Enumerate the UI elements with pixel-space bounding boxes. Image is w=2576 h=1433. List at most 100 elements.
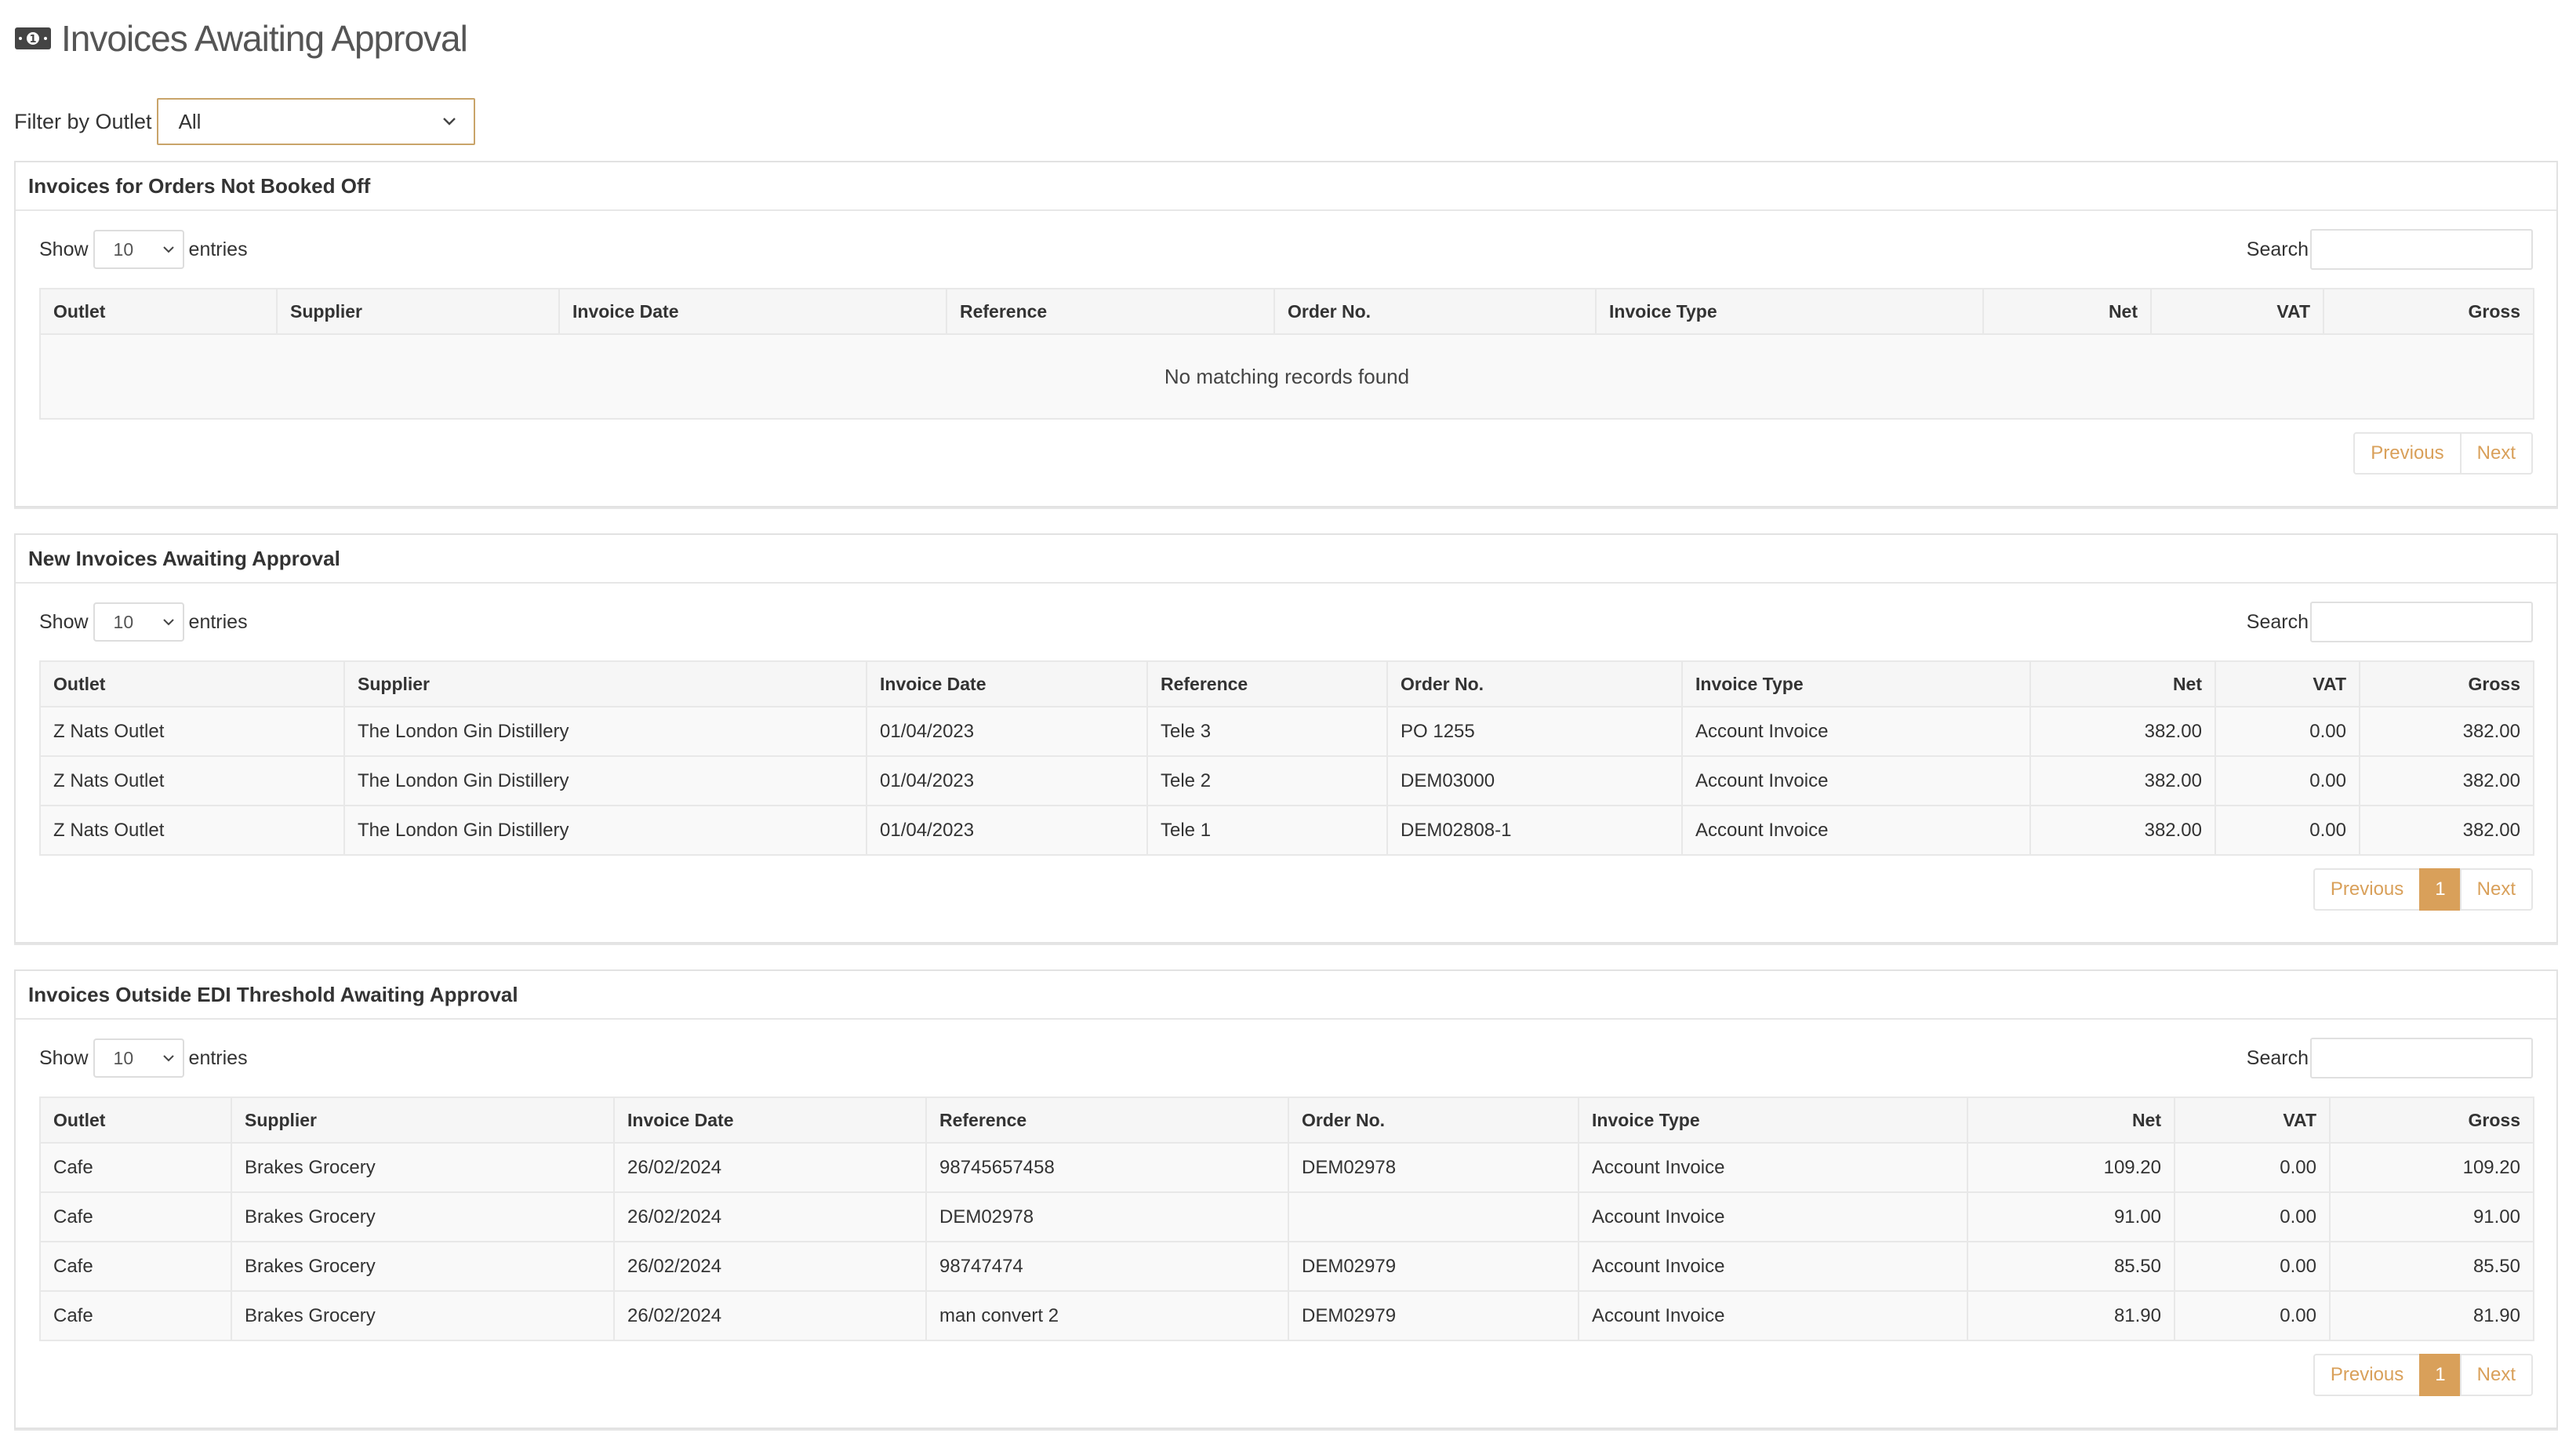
- pagination: Previous Next: [39, 432, 2533, 475]
- page-length-select[interactable]: 10: [93, 602, 184, 642]
- column-header[interactable]: Order No.: [1288, 1097, 1579, 1144]
- panel-title: New Invoices Awaiting Approval: [16, 535, 2556, 584]
- invoices-table: Outlet Supplier Invoice Date Reference O…: [39, 660, 2534, 856]
- cell-vat: 0.00: [2174, 1142, 2331, 1193]
- outlet-filter: Filter by Outlet All: [14, 98, 475, 145]
- column-header[interactable]: Reference: [925, 1097, 1289, 1144]
- column-header[interactable]: VAT: [2150, 288, 2324, 335]
- cell-reference: 98745657458: [925, 1142, 1289, 1193]
- cell-reference: 98747474: [925, 1241, 1289, 1292]
- cell-outlet: Z Nats Outlet: [39, 805, 345, 856]
- search-input[interactable]: [2310, 1038, 2533, 1078]
- cell-outlet: Cafe: [39, 1290, 232, 1341]
- filter-label: Filter by Outlet: [14, 109, 152, 133]
- cell-invoice-type: Account Invoice: [1681, 755, 2031, 806]
- cell-order-no: DEM03000: [1386, 755, 1683, 806]
- cell-gross: 91.00: [2329, 1191, 2534, 1242]
- next-button[interactable]: Next: [2459, 432, 2533, 475]
- cell-order-no: [1288, 1191, 1579, 1242]
- pagination: Previous 1 Next: [39, 868, 2533, 911]
- cell-invoice-type: Account Invoice: [1681, 805, 2031, 856]
- table-header-row: Outlet Supplier Invoice Date Reference O…: [39, 660, 2534, 707]
- next-button[interactable]: Next: [2459, 868, 2533, 911]
- column-header[interactable]: Gross: [2359, 660, 2534, 707]
- invoices-table: Outlet Supplier Invoice Date Reference O…: [39, 1097, 2534, 1341]
- cell-outlet: Z Nats Outlet: [39, 706, 345, 757]
- column-header[interactable]: Net: [2029, 660, 2216, 707]
- page-length-value: 10: [113, 238, 134, 260]
- cell-invoice-type: Account Invoice: [1578, 1191, 1968, 1242]
- page-length-select[interactable]: 10: [93, 1038, 184, 1078]
- outlet-filter-select[interactable]: All: [156, 98, 475, 145]
- table-row[interactable]: Cafe Brakes Grocery 26/02/2024 98747474 …: [39, 1241, 2534, 1292]
- column-header[interactable]: Reference: [946, 288, 1275, 335]
- table-row[interactable]: Cafe Brakes Grocery 26/02/2024 DEM02978 …: [39, 1191, 2534, 1242]
- column-header[interactable]: Outlet: [39, 1097, 232, 1144]
- cell-invoice-type: Account Invoice: [1681, 706, 2031, 757]
- table-row[interactable]: Z Nats Outlet The London Gin Distillery …: [39, 805, 2534, 856]
- column-header[interactable]: VAT: [2174, 1097, 2331, 1144]
- search-input[interactable]: [2310, 602, 2533, 642]
- column-header[interactable]: Invoice Date: [558, 288, 947, 335]
- column-header[interactable]: Invoice Date: [866, 660, 1148, 707]
- column-header[interactable]: Order No.: [1273, 288, 1597, 335]
- column-header[interactable]: Supplier: [276, 288, 560, 335]
- cell-gross: 382.00: [2359, 706, 2534, 757]
- column-header[interactable]: Gross: [2323, 288, 2534, 335]
- cell-order-no: DEM02808-1: [1386, 805, 1683, 856]
- page-length-value: 10: [113, 611, 134, 632]
- cell-invoice-type: Account Invoice: [1578, 1241, 1968, 1292]
- cell-supplier: Brakes Grocery: [231, 1142, 615, 1193]
- table-row[interactable]: Z Nats Outlet The London Gin Distillery …: [39, 755, 2534, 806]
- page-length-value: 10: [113, 1047, 134, 1068]
- column-header[interactable]: Invoice Type: [1578, 1097, 1968, 1144]
- table-row[interactable]: Cafe Brakes Grocery 26/02/2024 987456574…: [39, 1142, 2534, 1193]
- column-header[interactable]: Gross: [2329, 1097, 2534, 1144]
- previous-button[interactable]: Previous: [2313, 1354, 2422, 1396]
- entries-label: entries: [188, 610, 248, 633]
- money-bill-icon: 1: [15, 27, 51, 49]
- cell-outlet: Cafe: [39, 1191, 232, 1242]
- column-header[interactable]: Invoice Type: [1681, 660, 2031, 707]
- panel-outside-edi-threshold: Invoices Outside EDI Threshold Awaiting …: [14, 969, 2558, 1429]
- cell-outlet: Cafe: [39, 1142, 232, 1193]
- page-title: Invoices Awaiting Approval: [61, 18, 468, 59]
- column-header[interactable]: Outlet: [39, 660, 345, 707]
- cell-vat: 0.00: [2174, 1191, 2331, 1242]
- cell-vat: 0.00: [2214, 805, 2360, 856]
- panel-title: Invoices for Orders Not Booked Off: [16, 162, 2556, 211]
- table-row[interactable]: Z Nats Outlet The London Gin Distillery …: [39, 706, 2534, 757]
- column-header[interactable]: Invoice Date: [613, 1097, 927, 1144]
- page-length-select[interactable]: 10: [93, 230, 184, 269]
- column-header[interactable]: Outlet: [39, 288, 278, 335]
- svg-text:1: 1: [29, 34, 36, 45]
- previous-button[interactable]: Previous: [2313, 868, 2422, 911]
- cell-net: 85.50: [1967, 1241, 2175, 1292]
- page-button[interactable]: 1: [2419, 1354, 2462, 1396]
- previous-button[interactable]: Previous: [2353, 432, 2462, 475]
- column-header[interactable]: Reference: [1146, 660, 1388, 707]
- cell-gross: 109.20: [2329, 1142, 2534, 1193]
- column-header[interactable]: Order No.: [1386, 660, 1683, 707]
- cell-invoice-date: 01/04/2023: [866, 706, 1148, 757]
- column-header[interactable]: Supplier: [343, 660, 867, 707]
- column-header[interactable]: Invoice Type: [1595, 288, 1984, 335]
- column-header[interactable]: VAT: [2214, 660, 2360, 707]
- search-input[interactable]: [2310, 229, 2533, 270]
- show-label: Show: [39, 238, 89, 260]
- cell-invoice-date: 01/04/2023: [866, 755, 1148, 806]
- column-header[interactable]: Net: [1982, 288, 2152, 335]
- page-button[interactable]: 1: [2419, 868, 2462, 911]
- cell-vat: 0.00: [2174, 1290, 2331, 1341]
- cell-net: 81.90: [1967, 1290, 2175, 1341]
- column-header[interactable]: Net: [1967, 1097, 2175, 1144]
- cell-order-no: DEM02979: [1288, 1290, 1579, 1341]
- cell-net: 382.00: [2029, 805, 2216, 856]
- invoices-table: Outlet Supplier Invoice Date Reference O…: [39, 288, 2534, 420]
- cell-invoice-type: Account Invoice: [1578, 1142, 1968, 1193]
- search-label: Search: [2246, 238, 2309, 260]
- next-button[interactable]: Next: [2459, 1354, 2533, 1396]
- column-header[interactable]: Supplier: [231, 1097, 615, 1144]
- table-row[interactable]: Cafe Brakes Grocery 26/02/2024 man conve…: [39, 1290, 2534, 1341]
- cell-invoice-date: 26/02/2024: [613, 1142, 927, 1193]
